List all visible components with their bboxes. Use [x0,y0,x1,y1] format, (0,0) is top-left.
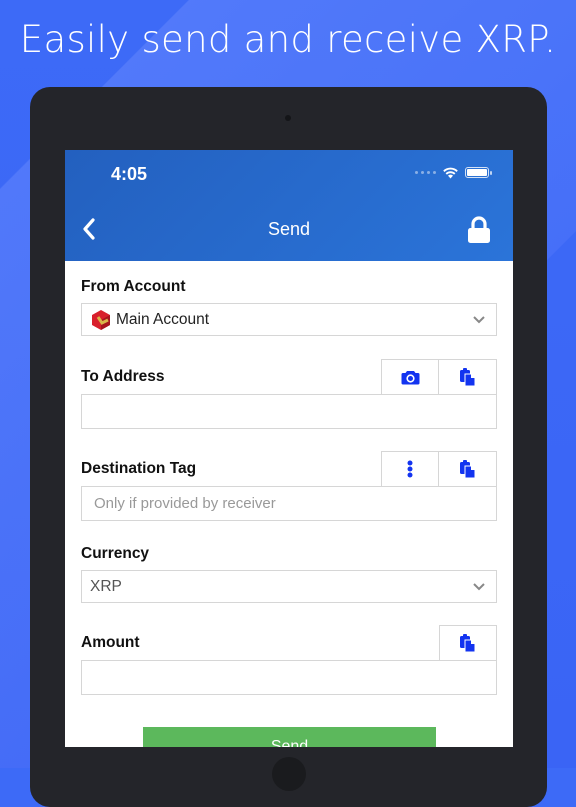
send-form: From Account Main Account To Address Des… [65,261,513,747]
to-address-buttons [381,359,497,394]
app-bar: 4:05 Send [65,150,513,261]
destination-tag-options-button[interactable] [381,451,439,486]
destination-tag-label-row: Destination Tag [81,451,497,486]
battery-icon [465,167,492,178]
to-address-label-row: To Address [81,359,497,394]
from-account-select[interactable]: Main Account [81,303,497,336]
send-button[interactable]: Send [143,727,436,747]
from-account-label: From Account [81,278,186,295]
more-vertical-icon [407,460,413,478]
status-icons [415,166,492,179]
destination-tag-buttons [381,451,497,486]
page-title: Send [267,219,311,239]
camera-dot [285,115,291,121]
paste-icon [459,367,475,386]
wifi-icon [443,167,458,179]
signal-icon [415,171,436,174]
currency-select[interactable]: XRP [81,570,497,603]
amount-label-row: Amount [81,625,497,660]
to-address-input[interactable] [81,394,497,429]
currency-label: Currency [81,545,150,562]
to-address-label: To Address [81,368,165,385]
tablet-frame: 4:05 Send From Account Main Account To A… [30,87,547,807]
amount-input[interactable] [81,660,497,695]
account-logo-icon [92,309,110,330]
paste-icon [460,633,476,652]
headline: Easily send and receive XRP. [19,18,557,61]
home-button [272,757,306,791]
paste-icon [459,459,475,478]
app-screen: 4:05 Send From Account Main Account To A… [65,150,513,747]
camera-icon [401,370,419,384]
currency-value: XRP [90,577,122,595]
paste-amount-button[interactable] [439,625,497,660]
destination-tag-label: Destination Tag [81,460,197,477]
status-time: 4:05 [111,164,148,184]
amount-label: Amount [81,634,140,651]
chevron-down-icon [473,583,485,591]
destination-tag-input[interactable]: Only if provided by receiver [81,486,497,521]
scan-qr-button[interactable] [381,359,439,394]
paste-address-button[interactable] [439,359,497,394]
lock-icon[interactable] [467,216,491,244]
from-account-value: Main Account [116,310,210,328]
amount-buttons [439,625,497,660]
paste-tag-button[interactable] [439,451,497,486]
chevron-down-icon [473,316,485,324]
